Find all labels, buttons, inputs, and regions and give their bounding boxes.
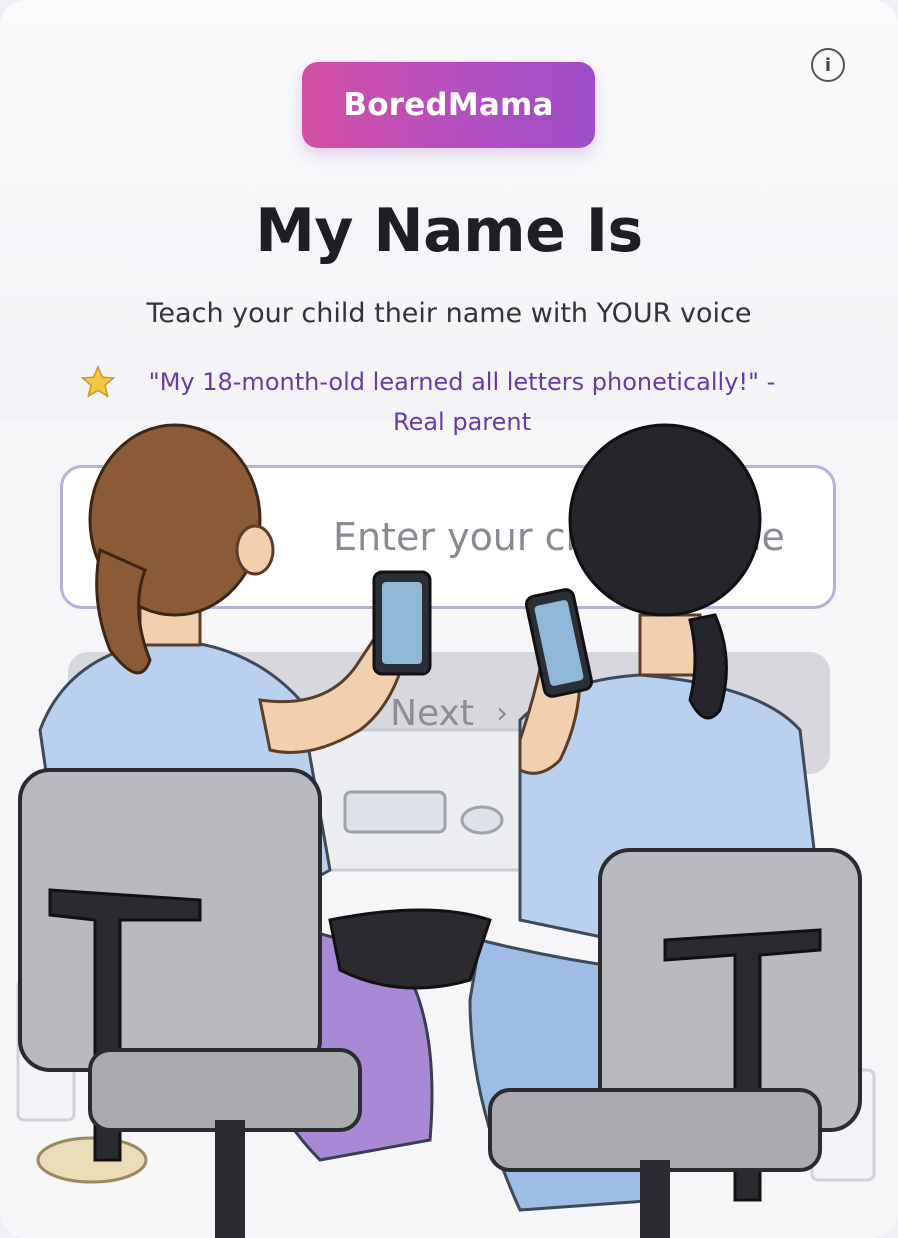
page-title: My Name Is [255,196,643,266]
brand-badge: BoredMama [302,62,595,148]
illustration-women-with-phones [16,423,876,1238]
app-screen: i BoredMama My Name Is Teach your child … [0,0,898,1238]
info-icon[interactable]: i [811,48,845,82]
star-icon [80,365,116,398]
testimonial-quote: "My 18-month-old learned all letters pho… [148,368,776,396]
mouse [460,805,504,835]
info-glyph: i [824,54,832,76]
floor-item [36,1136,148,1184]
keyboard [343,790,447,834]
page-subtitle: Teach your child their name with YOUR vo… [146,298,752,329]
brand-name: BoredMama [343,87,554,123]
